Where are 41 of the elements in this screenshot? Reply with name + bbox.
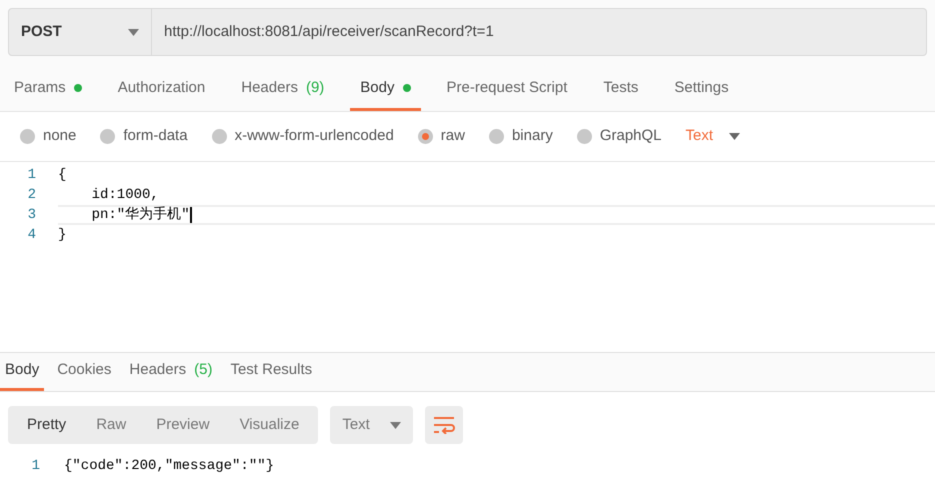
language-dropdown[interactable]: Text bbox=[686, 125, 740, 148]
request-tab[interactable]: Params bbox=[4, 68, 92, 111]
view-mode-tab[interactable]: Raw bbox=[81, 406, 142, 444]
request-tab[interactable]: Headers (9) bbox=[231, 68, 334, 111]
format-dropdown[interactable]: Text bbox=[330, 406, 413, 444]
request-tab[interactable]: Settings bbox=[664, 68, 739, 111]
method-dropdown[interactable]: POST bbox=[8, 8, 152, 56]
caret-icon bbox=[729, 133, 740, 140]
body-type-radio[interactable]: binary bbox=[488, 125, 553, 148]
code-line: } bbox=[58, 226, 68, 244]
response-tab[interactable]: Headers (5) bbox=[124, 353, 218, 391]
view-mode-tab[interactable]: Preview bbox=[141, 406, 225, 444]
request-tab[interactable]: Body bbox=[350, 68, 420, 111]
body-type-radio[interactable]: x-www-form-urlencoded bbox=[212, 125, 394, 148]
line-number: 1 bbox=[26, 166, 37, 184]
line-number: 1 bbox=[30, 456, 41, 476]
view-mode-tab[interactable]: Visualize bbox=[224, 406, 314, 444]
body-type-radio[interactable]: raw bbox=[418, 125, 465, 148]
wrap-lines-icon bbox=[432, 416, 455, 434]
body-type-radio[interactable]: none bbox=[20, 125, 76, 148]
caret-icon bbox=[128, 28, 139, 36]
code-line: pn:"华为手机" bbox=[58, 205, 935, 225]
line-number: 2 bbox=[26, 186, 37, 204]
line-number: 3 bbox=[26, 206, 37, 224]
code-line: id:1000, bbox=[90, 186, 160, 204]
response-tab[interactable]: Body bbox=[0, 353, 44, 391]
request-tab[interactable]: Authorization bbox=[108, 68, 216, 111]
wrap-button[interactable] bbox=[424, 406, 463, 444]
url-field[interactable]: http://localhost:8081/api/receiver/scanRecord?t=1 bbox=[152, 8, 927, 56]
line-number: 4 bbox=[26, 226, 37, 244]
text-cursor bbox=[190, 207, 192, 223]
request-tab[interactable]: Pre-request Script bbox=[436, 68, 578, 111]
response-tab[interactable]: Test Results bbox=[225, 353, 318, 391]
code-line: { bbox=[58, 166, 68, 184]
body-type-radio[interactable]: form-data bbox=[100, 125, 188, 148]
caret-icon bbox=[390, 422, 401, 428]
code-line: {"code":200,"message":""} bbox=[64, 456, 274, 476]
body-type-radio[interactable]: GraphQL bbox=[576, 125, 662, 148]
request-tab[interactable]: Tests bbox=[593, 68, 648, 111]
view-mode-tab[interactable]: Pretty bbox=[12, 406, 82, 444]
response-tab[interactable]: Cookies bbox=[52, 353, 116, 391]
